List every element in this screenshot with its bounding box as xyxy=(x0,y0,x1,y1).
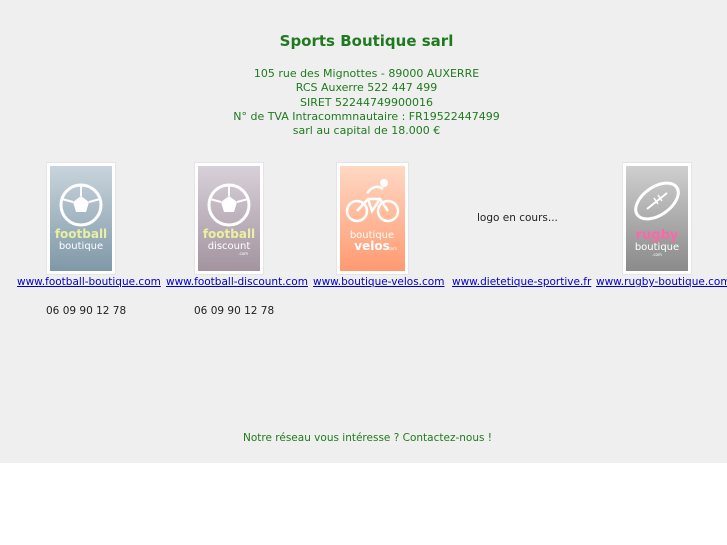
company-info: 105 rue des Mignottes - 89000 AUXERRE RC… xyxy=(0,67,727,138)
contact-section: Notre réseau vous intéresse ? Contactez-… xyxy=(0,432,727,444)
logo-word-1: rugby xyxy=(636,228,679,243)
link-football-boutique[interactable]: www.football-boutique.com xyxy=(17,276,161,288)
link-boutique-velos[interactable]: www.boutique-velos.com xyxy=(313,276,444,288)
vat-line: N° de TVA Intracommnautaire : FR19522447… xyxy=(233,109,500,123)
capital-line: sarl au capital de 18.000 € xyxy=(292,124,441,138)
link-rugby-boutique[interactable]: www.rugby-boutique.com xyxy=(596,276,727,288)
rcs-line: RCS Auxerre 522 447 499 xyxy=(295,81,438,95)
rugby-boutique-logo[interactable]: rugby boutique .com xyxy=(622,162,692,275)
link-dietetique-sportive[interactable]: www.dietetique-sportive.fr xyxy=(452,276,591,288)
phone-football-discount: 06 09 90 12 78 xyxy=(194,305,275,317)
logo-suffix: .com xyxy=(387,246,397,251)
logo-word-2: velos xyxy=(354,239,389,253)
logo-word-1: football xyxy=(55,227,107,241)
football-discount-logo[interactable]: football discount .com xyxy=(194,162,264,275)
logo-word-1: football xyxy=(203,227,255,241)
contact-link[interactable]: Notre réseau vous intéresse ? Contactez-… xyxy=(243,432,492,444)
logo-placeholder-text: logo en cours... xyxy=(477,212,558,224)
logo-word-2: boutique xyxy=(59,241,103,252)
address-line: 105 rue des Mignottes - 89000 AUXERRE xyxy=(253,67,480,80)
logo-suffix: .com xyxy=(652,252,662,257)
page-title: Sports Boutique sarl xyxy=(279,32,454,50)
logo-suffix: .com xyxy=(238,251,248,256)
football-boutique-logo[interactable]: football boutique xyxy=(46,162,116,275)
phone-football-boutique: 06 09 90 12 78 xyxy=(46,305,127,317)
boutique-velos-logo[interactable]: boutique velos .com xyxy=(336,162,409,275)
link-football-discount[interactable]: www.football-discount.com xyxy=(166,276,308,288)
siret-line: SIRET 52244749900016 xyxy=(299,95,433,109)
